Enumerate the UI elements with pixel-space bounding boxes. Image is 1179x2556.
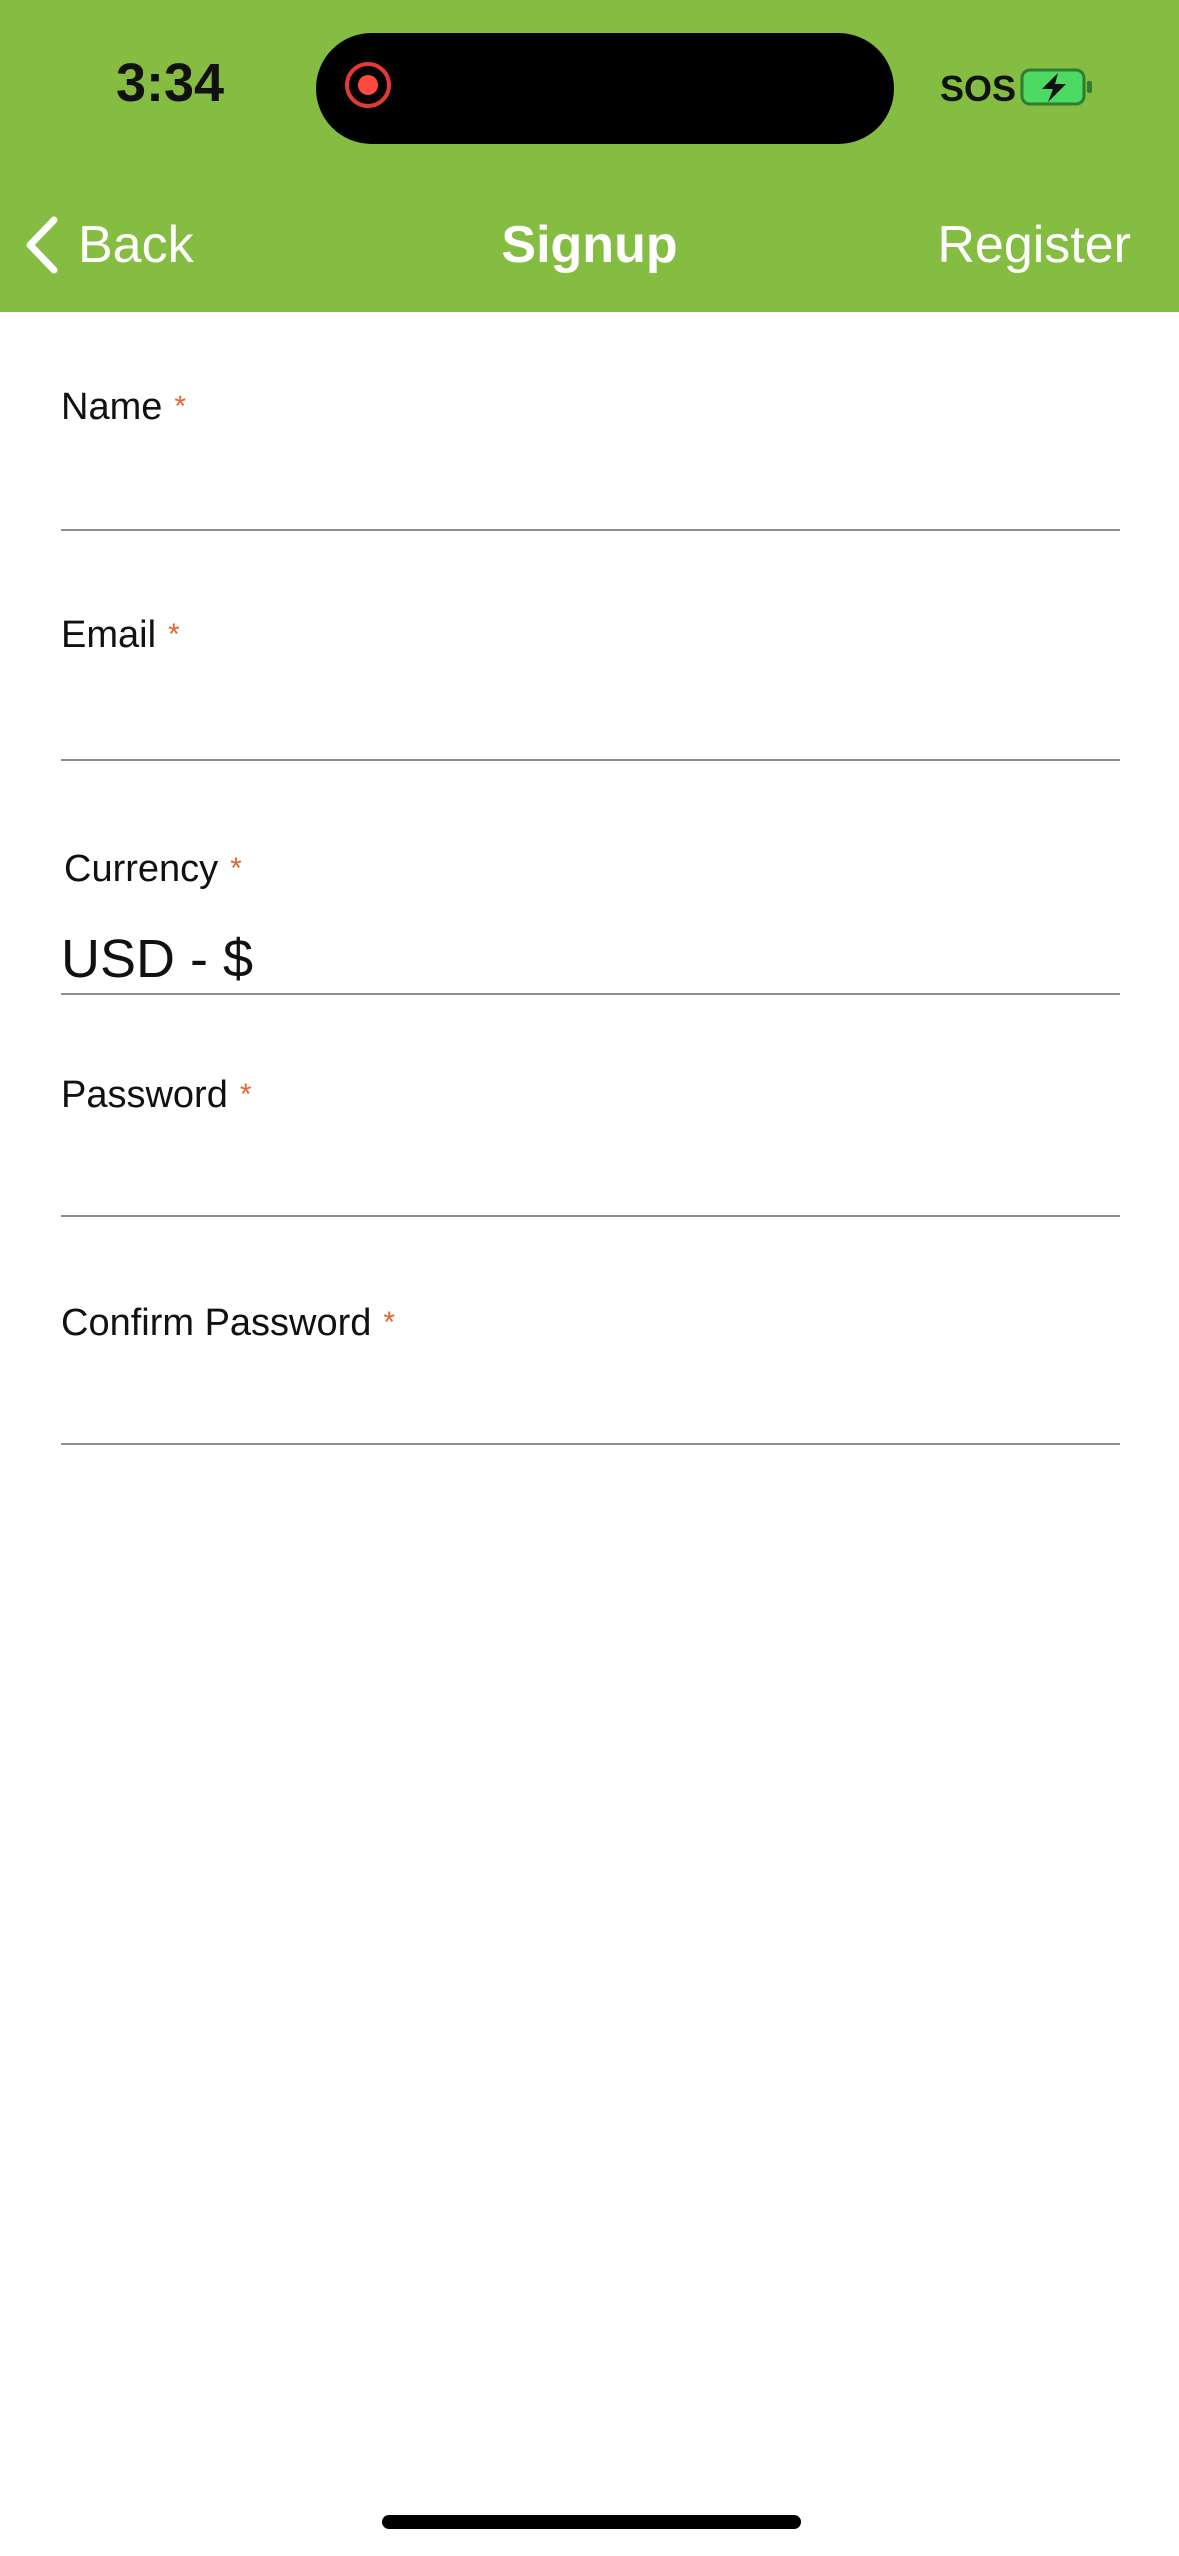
email-label: Email * [61, 614, 180, 657]
confirm-password-field: Confirm Password * [61, 1294, 1120, 1446]
name-input[interactable] [61, 461, 1120, 531]
back-label: Back [78, 216, 194, 274]
password-label: Password * [61, 1074, 252, 1117]
required-marker: * [383, 1306, 396, 1339]
currency-field: Currency * [61, 840, 1120, 996]
home-indicator[interactable] [382, 2515, 801, 2529]
currency-label-text: Currency [64, 848, 219, 890]
chevron-left-icon [26, 216, 58, 274]
name-field: Name * [61, 378, 1120, 532]
confirm-password-label: Confirm Password * [61, 1302, 395, 1345]
email-field: Email * [61, 606, 1120, 762]
register-button[interactable]: Register [937, 210, 1131, 280]
password-input[interactable] [61, 1147, 1120, 1217]
sos-indicator: SOS [940, 68, 1017, 109]
dynamic-island [316, 33, 894, 144]
battery-charging-icon [1020, 68, 1092, 106]
back-button[interactable]: Back [24, 210, 194, 280]
email-label-text: Email [61, 614, 157, 656]
required-marker: * [168, 618, 180, 651]
name-label: Name * [61, 386, 186, 429]
currency-label: Currency * [64, 848, 242, 891]
record-dot [358, 75, 378, 95]
navigation-header: 3:34 SOS Back Signup Register [0, 0, 1179, 312]
required-marker: * [230, 852, 242, 885]
confirm-password-label-text: Confirm Password [61, 1302, 372, 1344]
name-label-text: Name [61, 386, 163, 428]
status-time: 3:34 [116, 53, 225, 113]
password-field: Password * [61, 1066, 1120, 1218]
password-label-text: Password [61, 1074, 228, 1116]
required-marker: * [174, 390, 187, 423]
currency-select[interactable] [61, 925, 1120, 995]
required-marker: * [239, 1078, 252, 1111]
email-input[interactable] [61, 691, 1120, 761]
confirm-password-input[interactable] [61, 1375, 1120, 1445]
